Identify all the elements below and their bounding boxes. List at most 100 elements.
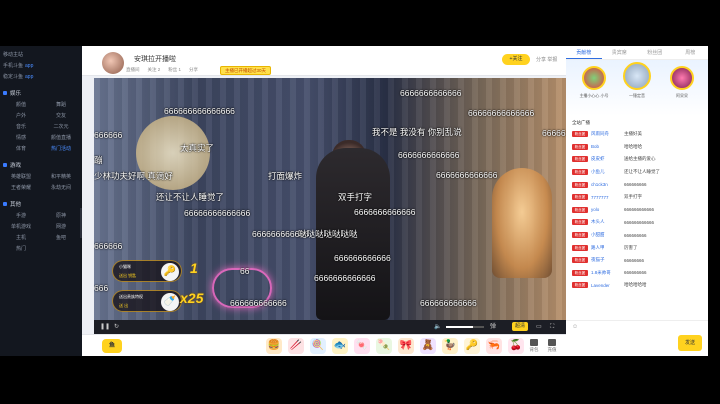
gift-item-icon[interactable]: 🥢 xyxy=(288,338,304,354)
rank-item[interactable]: 主播小心心 小号 xyxy=(574,66,614,99)
quality-button[interactable]: 超清 xyxy=(512,322,529,331)
fan-badge[interactable]: 粉丝团 xyxy=(572,131,588,138)
video-stream[interactable]: 6666666666666 666666666666666 666666666666… xyxy=(94,78,566,320)
gift-item-icon[interactable]: 🍡 xyxy=(376,338,392,354)
gift-item-icon[interactable]: 🍒 xyxy=(508,338,524,354)
chat-username[interactable]: 小鱼儿 xyxy=(591,169,621,175)
avatar[interactable] xyxy=(102,52,124,74)
fan-badge[interactable]: 粉丝团 xyxy=(572,232,588,239)
tab-fans[interactable]: 粉丝团 xyxy=(637,46,673,59)
sidebar-item[interactable]: 主机 xyxy=(3,233,39,244)
fan-badge[interactable]: 粉丝团 xyxy=(572,282,588,289)
sidebar-item[interactable]: 英雄联盟 xyxy=(3,172,39,183)
danmu-toggle[interactable]: 弹 xyxy=(490,322,496,332)
sidebar-item[interactable]: 热门 xyxy=(3,244,39,255)
sidebar-item[interactable]: 舞蹈 xyxy=(43,100,79,111)
volume-icon[interactable]: 🔈 xyxy=(434,322,441,332)
gift-item-icon[interactable]: 🐟 xyxy=(332,338,348,354)
sidebar-section-title[interactable]: 游戏 xyxy=(3,161,79,172)
chat-username[interactable]: 7777777 xyxy=(591,195,621,200)
rank-item[interactable]: 阿呆呆 xyxy=(662,66,702,99)
gift-item-icon[interactable]: 🍔 xyxy=(266,338,282,354)
recharge-button[interactable]: 充值 xyxy=(544,339,560,353)
sidebar-item[interactable]: 颜值 xyxy=(3,100,39,111)
fan-badge[interactable]: 粉丝团 xyxy=(572,219,588,226)
sidebar-item[interactable]: 永劫无间 xyxy=(43,183,79,194)
gift-item-icon[interactable]: 🎀 xyxy=(398,338,414,354)
tab-contribution[interactable]: 贡献榜 xyxy=(566,46,602,59)
chat-username[interactable]: 皮皮虾 xyxy=(591,156,621,162)
sidebar-item[interactable]: 热门活动 xyxy=(43,144,79,155)
sidebar-link[interactable]: 移动主站 xyxy=(3,50,79,61)
chat-username[interactable]: 路人甲 xyxy=(591,245,621,251)
gift-item-icon[interactable]: 🍭 xyxy=(310,338,326,354)
fan-badge[interactable]: 粉丝团 xyxy=(572,269,588,276)
sidebar-item[interactable]: 手游 xyxy=(3,211,39,222)
anchor-stats: 直播间 关注 2 粉丝 1 分享 xyxy=(126,67,198,73)
section-title-label: 娱乐 xyxy=(10,91,22,97)
sidebar-item[interactable]: 音乐 xyxy=(3,122,39,133)
chat-username[interactable]: yolo xyxy=(591,207,621,212)
chat-message: 粉丝团 yolo 666666666666 xyxy=(572,204,702,217)
fullscreen-icon[interactable]: ⛶ xyxy=(550,322,554,332)
sidebar-link[interactable]: 手机斗鱼 app xyxy=(3,61,79,72)
chat-text: 送给主播的爱心 xyxy=(624,156,656,162)
fan-badge[interactable]: 粉丝团 xyxy=(572,194,588,201)
sidebar-item[interactable]: 户外 xyxy=(3,111,39,122)
fan-badge[interactable]: 粉丝团 xyxy=(572,143,588,150)
sidebar-item[interactable]: 体育 xyxy=(3,144,39,155)
chat-username[interactable]: Bob xyxy=(591,144,621,149)
chat-username[interactable]: 木头人 xyxy=(591,219,621,225)
fan-badge[interactable]: 粉丝团 xyxy=(572,257,588,264)
sidebar-link[interactable]: 稳定斗鱼 app xyxy=(3,72,79,83)
sidebar-item[interactable]: 交友 xyxy=(43,111,79,122)
sidebar-section-title[interactable]: 娱乐 xyxy=(3,89,79,100)
gift-item-icon[interactable]: 🍬 xyxy=(354,338,370,354)
tab-vip[interactable]: 贵宾席 xyxy=(602,46,638,59)
sidebar-item[interactable]: 二次元 xyxy=(43,122,79,133)
sidebar-item[interactable]: 情感 xyxy=(3,133,39,144)
refresh-icon[interactable]: ↻ xyxy=(114,322,119,332)
sidebar-item[interactable]: 王者荣耀 xyxy=(3,183,39,194)
gift-item-icon[interactable]: 🧸 xyxy=(420,338,436,354)
sidebar-item[interactable]: 鱼吧 xyxy=(43,233,79,244)
emoji-icon[interactable]: ☺ xyxy=(572,324,578,330)
fan-badge[interactable]: 粉丝团 xyxy=(572,181,588,188)
wide-mode-icon[interactable]: ▭ xyxy=(536,322,542,332)
gift-item-icon[interactable]: 🔑 xyxy=(464,338,480,354)
fan-badge[interactable]: 粉丝团 xyxy=(572,206,588,213)
sidebar-item[interactable]: 原神 xyxy=(43,211,79,222)
chat-username[interactable]: 夜猫子 xyxy=(591,257,621,263)
sidebar-section-title[interactable]: 其他 xyxy=(3,200,79,211)
douyu-logo[interactable]: 鱼 xyxy=(102,339,122,353)
chat-message: 粉丝团 1.8米帅哥 666666666 xyxy=(572,267,702,280)
fan-badge[interactable]: 粉丝团 xyxy=(572,169,588,176)
right-panel: 贡献榜 贵宾席 粉丝团 周榜 主播小心心 小号 一锤定音 阿呆呆 全站广播 粉丝… xyxy=(566,46,708,356)
send-button[interactable]: 发送 xyxy=(678,335,702,351)
chat-username[interactable]: 小甜甜 xyxy=(591,232,621,238)
anchor-stat[interactable]: 分享 xyxy=(189,67,198,73)
sidebar-item[interactable]: 网游 xyxy=(43,222,79,233)
status-badge[interactable]: 主播已开播超过30天 xyxy=(220,66,272,75)
pause-icon[interactable]: ❚❚ xyxy=(100,322,110,332)
follow-button[interactable]: +关注 xyxy=(502,54,530,65)
gift-combo: x25 xyxy=(180,290,204,306)
chat-username[interactable]: 1.8米帅哥 xyxy=(591,270,621,276)
tab-week[interactable]: 周榜 xyxy=(673,46,709,59)
chat-username[interactable]: ch1ck3n xyxy=(591,182,621,187)
sidebar-item[interactable]: 单机游戏 xyxy=(3,222,39,233)
bottom-black-border xyxy=(0,356,720,404)
chat-username[interactable]: Lavender xyxy=(591,283,621,288)
chat-message: 粉丝团 小甜甜 666666666 xyxy=(572,229,702,242)
share-report-links[interactable]: 分享 举报 xyxy=(536,56,557,63)
rank-item[interactable]: 一锤定音 xyxy=(617,62,657,99)
gift-item-icon[interactable]: 🦐 xyxy=(486,338,502,354)
gift-item-icon[interactable]: 🦆 xyxy=(442,338,458,354)
backpack-button[interactable]: 背包 xyxy=(526,339,542,353)
fan-badge[interactable]: 粉丝团 xyxy=(572,244,588,251)
fan-badge[interactable]: 粉丝团 xyxy=(572,156,588,163)
volume-slider[interactable] xyxy=(446,326,484,328)
sidebar-item[interactable]: 和平精英 xyxy=(43,172,79,183)
sidebar-item[interactable]: 颜值直播 xyxy=(43,133,79,144)
chat-username[interactable]: 风雨同舟 xyxy=(591,131,621,137)
